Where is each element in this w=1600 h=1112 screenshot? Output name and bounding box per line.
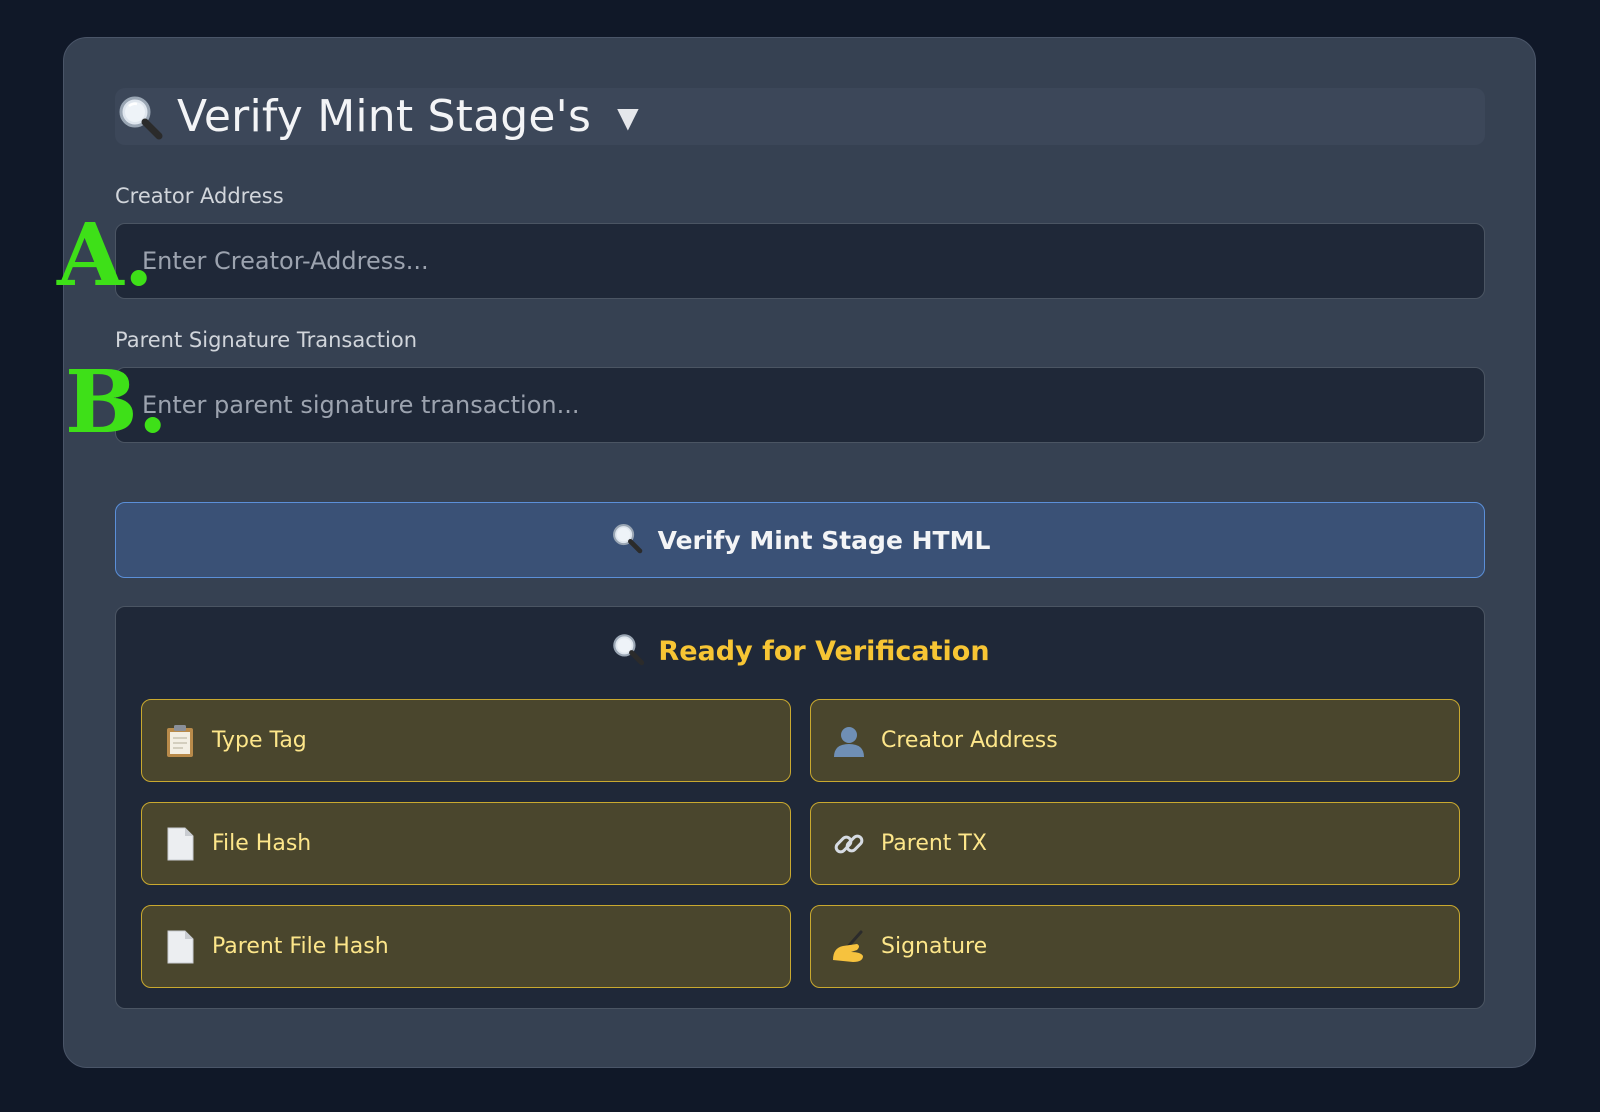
result-item-label: Signature (881, 934, 988, 959)
annotation-marker-a: A. (57, 205, 154, 306)
section-header[interactable]: Verify Mint Stage's ▼ (115, 88, 1485, 145)
writing-hand-icon (831, 929, 867, 965)
creator-address-input[interactable] (116, 224, 1484, 298)
magnifier-icon (115, 92, 165, 142)
magnifier-icon (610, 631, 646, 671)
result-item-signature: Signature (810, 905, 1460, 988)
result-item-label: Type Tag (212, 728, 307, 753)
result-item-parent-file-hash: Parent File Hash (141, 905, 791, 988)
parent-signature-field[interactable] (115, 367, 1485, 443)
result-item-type-tag: Type Tag (141, 699, 791, 782)
result-item-label: Parent TX (881, 831, 987, 856)
document-icon (162, 826, 198, 862)
clipboard-icon (162, 723, 198, 759)
verification-results: Ready for Verification Type Tag Creator … (115, 606, 1485, 1009)
page-title: Verify Mint Stage's (177, 91, 592, 142)
result-item-file-hash: File Hash (141, 802, 791, 885)
user-icon (831, 723, 867, 759)
result-item-parent-tx: Parent TX (810, 802, 1460, 885)
magnifier-icon (610, 521, 644, 559)
results-header: Ready for Verification (116, 631, 1484, 671)
caret-down-icon[interactable]: ▼ (617, 101, 639, 134)
creator-address-field[interactable] (115, 223, 1485, 299)
document-icon (162, 929, 198, 965)
result-item-label: Creator Address (881, 728, 1058, 753)
verify-panel: Verify Mint Stage's ▼ Creator Address Pa… (63, 37, 1536, 1068)
link-icon (831, 826, 867, 862)
result-item-label: Parent File Hash (212, 934, 389, 959)
verify-button-label: Verify Mint Stage HTML (657, 525, 991, 555)
result-item-creator-address: Creator Address (810, 699, 1460, 782)
results-title: Ready for Verification (658, 635, 990, 667)
annotation-marker-b: B. (65, 352, 168, 453)
verify-button[interactable]: Verify Mint Stage HTML (115, 502, 1485, 578)
parent-signature-input[interactable] (116, 368, 1484, 442)
parent-signature-label: Parent Signature Transaction (115, 328, 418, 352)
result-item-label: File Hash (212, 831, 312, 856)
